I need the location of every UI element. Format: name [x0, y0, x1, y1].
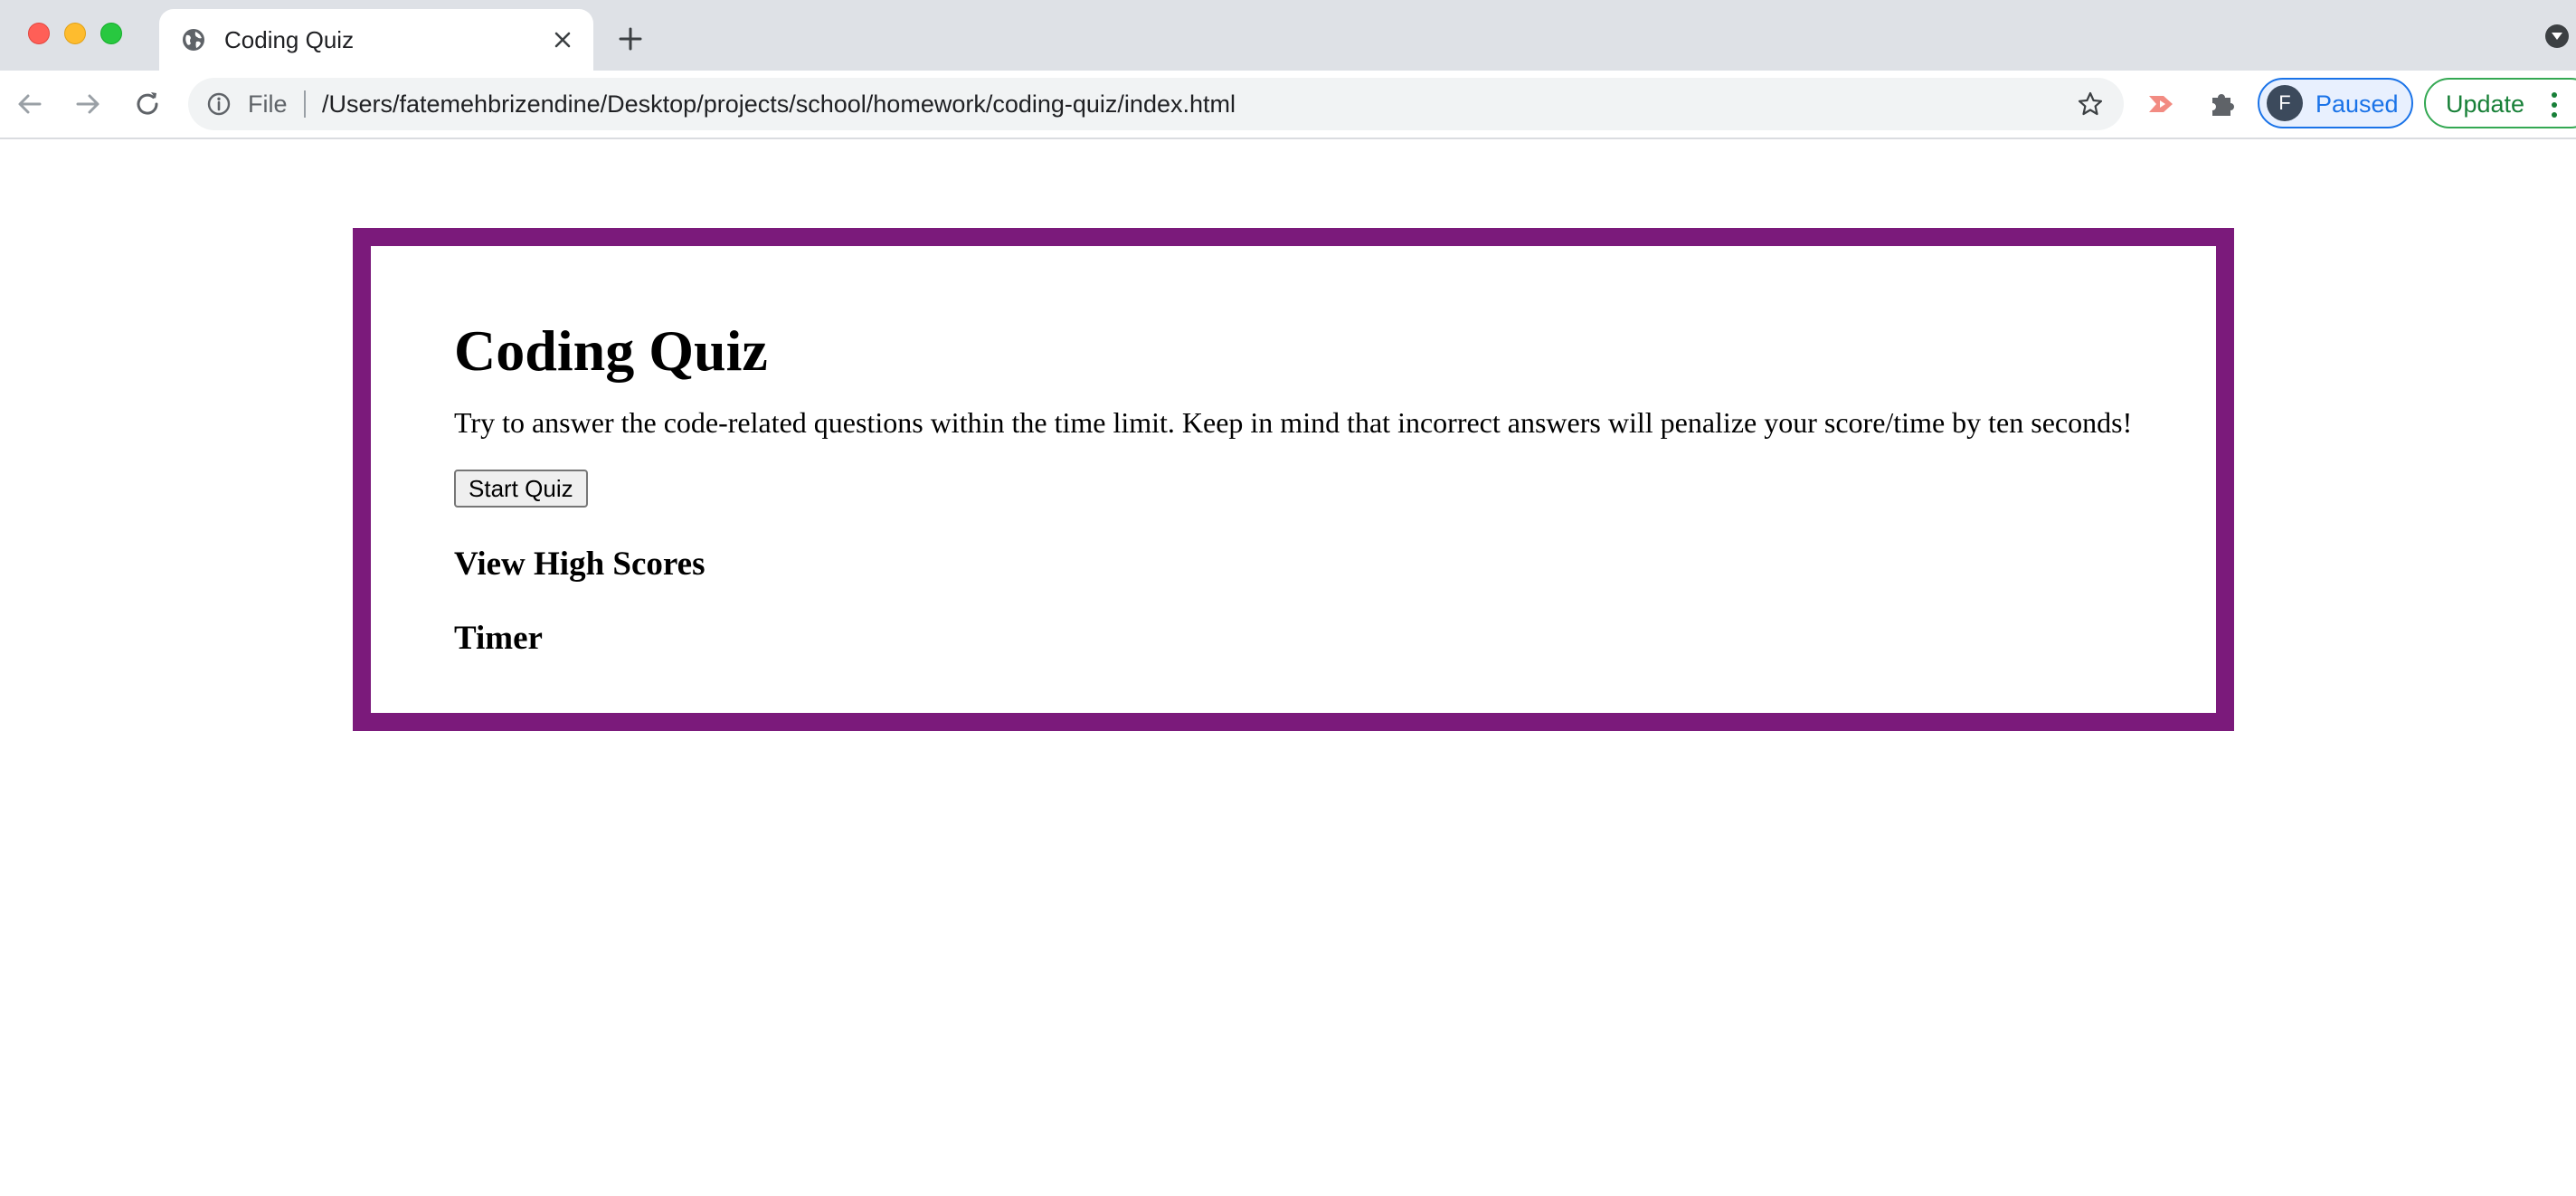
- timer-label: Timer: [454, 620, 543, 657]
- update-button[interactable]: Update: [2424, 78, 2576, 128]
- browser-toolbar: File /Users/fatemehbrizendine/Desktop/pr…: [0, 71, 2576, 139]
- start-quiz-button[interactable]: Start Quiz: [454, 470, 588, 508]
- window-minimize-button[interactable]: [64, 23, 86, 44]
- tab-strip: Coding Quiz: [0, 0, 2576, 71]
- address-separator: [304, 90, 306, 118]
- reload-icon[interactable]: [132, 89, 163, 119]
- profile-status: Paused: [2316, 90, 2399, 118]
- back-arrow-icon[interactable]: [14, 89, 45, 119]
- scheme-label: File: [248, 90, 288, 118]
- url-text[interactable]: /Users/fatemehbrizendine/Desktop/project…: [322, 90, 1236, 118]
- address-bar[interactable]: File /Users/fatemehbrizendine/Desktop/pr…: [188, 78, 2124, 130]
- browser-tab[interactable]: Coding Quiz: [159, 9, 593, 71]
- page-title: Coding Quiz: [454, 318, 768, 383]
- tab-title: Coding Quiz: [224, 26, 355, 53]
- kebab-menu-icon[interactable]: [2549, 90, 2560, 119]
- star-icon[interactable]: [2077, 90, 2104, 118]
- plus-icon[interactable]: [617, 25, 644, 52]
- info-icon[interactable]: [206, 91, 232, 117]
- window-maximize-button[interactable]: [100, 23, 122, 44]
- avatar: F: [2267, 85, 2303, 121]
- quiz-instructions: Try to answer the code-related questions…: [454, 406, 2133, 439]
- close-icon[interactable]: [552, 29, 573, 51]
- forward-arrow-icon[interactable]: [72, 89, 103, 119]
- chevron-down-icon: [2552, 33, 2562, 40]
- view-high-scores-link[interactable]: View High Scores: [454, 545, 705, 584]
- window-close-button[interactable]: [28, 23, 50, 44]
- update-label: Update: [2446, 90, 2525, 118]
- profile-button[interactable]: F Paused: [2258, 78, 2413, 128]
- quiz-card: Coding Quiz Try to answer the code-relat…: [353, 228, 2234, 731]
- puzzle-icon[interactable]: [2207, 89, 2238, 119]
- globe-icon: [183, 29, 204, 51]
- extension-icon[interactable]: [2147, 90, 2178, 118]
- tab-search-button[interactable]: [2545, 24, 2569, 48]
